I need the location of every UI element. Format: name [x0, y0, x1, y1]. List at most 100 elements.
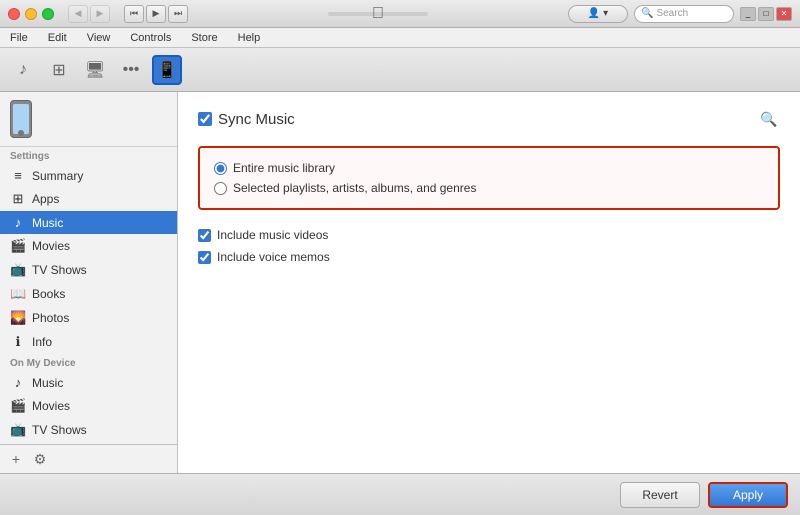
sidebar-label-summary: Summary: [32, 169, 83, 183]
sidebar-label-music: Music: [32, 216, 63, 230]
settings-section-label: Settings: [0, 147, 177, 164]
back-button[interactable]: ◀: [68, 5, 88, 23]
content-header: Sync Music 🔍: [198, 108, 780, 130]
radio-entire-library[interactable]: Entire music library: [214, 158, 764, 178]
include-videos-label: Include music videos: [217, 228, 328, 242]
menu-controls[interactable]: Controls: [126, 30, 175, 46]
phone-icon: [10, 100, 32, 138]
note-icon[interactable]: ♪: [8, 55, 38, 85]
sidebar: Settings ≡ Summary ⊞ Apps ♪ Music 🎬 Movi…: [0, 92, 178, 473]
menu-store[interactable]: Store: [187, 30, 221, 46]
sidebar-label-d-music: Music: [32, 376, 63, 390]
apply-button[interactable]: Apply: [708, 482, 788, 508]
win-maximize[interactable]: □: [758, 7, 774, 21]
win-close[interactable]: ✕: [776, 7, 792, 21]
device-icon[interactable]: 📱: [152, 55, 182, 85]
revert-button[interactable]: Revert: [620, 482, 700, 508]
search-icon: 🔍: [641, 8, 653, 19]
playback-controls: ⏮ ▶ ⏭: [124, 5, 188, 23]
apps-icon: ⊞: [10, 191, 26, 207]
sync-music-checkbox[interactable]: [198, 112, 212, 126]
sidebar-item-books[interactable]: 📖 Books: [0, 282, 177, 306]
include-voice-label: Include voice memos: [217, 250, 330, 264]
minimize-button[interactable]: [25, 8, 37, 20]
sync-title: Sync Music: [198, 111, 295, 128]
account-button[interactable]: 👤 ▾: [568, 5, 628, 23]
checkbox-videos[interactable]: Include music videos: [198, 224, 780, 246]
books-icon: 📖: [10, 286, 26, 302]
movies-icon: 🎬: [10, 238, 26, 254]
d-movies-icon: 🎬: [10, 398, 26, 414]
menu-help[interactable]: Help: [234, 30, 265, 46]
d-music-icon: ♪: [10, 375, 26, 390]
menu-edit[interactable]: Edit: [44, 30, 71, 46]
sidebar-item-tvshows[interactable]: 📺 TV Shows: [0, 258, 177, 282]
search-placeholder: Search: [656, 8, 688, 19]
sidebar-footer: + ⚙: [0, 444, 177, 473]
on-my-device-label: On My Device: [0, 354, 177, 371]
title-bar: ◀ ▶ ⏮ ▶ ⏭  👤 ▾ 🔍 Search _ □ ✕: [0, 0, 800, 28]
sidebar-label-d-tvshows: TV Shows: [32, 423, 87, 437]
sidebar-item-d-music[interactable]: ♪ Music: [0, 371, 177, 394]
sidebar-item-movies[interactable]: 🎬 Movies: [0, 234, 177, 258]
menu-view[interactable]: View: [83, 30, 115, 46]
sidebar-scroll: Settings ≡ Summary ⊞ Apps ♪ Music 🎬 Movi…: [0, 147, 177, 444]
sidebar-item-d-tvshows[interactable]: 📺 TV Shows: [0, 418, 177, 442]
settings-gear-button[interactable]: ⚙: [30, 449, 50, 469]
more-icon[interactable]: •••: [116, 55, 146, 85]
maximize-button[interactable]: [42, 8, 54, 20]
options-box: Entire music library Selected playlists,…: [198, 146, 780, 210]
play-button[interactable]: ▶: [146, 5, 166, 23]
win-controls: _ □ ✕: [740, 7, 792, 21]
search-box[interactable]: 🔍 Search: [634, 5, 734, 23]
menu-bar: File Edit View Controls Store Help: [0, 28, 800, 48]
summary-icon: ≡: [10, 168, 26, 183]
window-controls[interactable]: [8, 8, 54, 20]
content-search-icon[interactable]: 🔍: [758, 108, 780, 130]
close-button[interactable]: [8, 8, 20, 20]
monitor-icon[interactable]: 🖥: [80, 55, 110, 85]
sidebar-label-photos: Photos: [32, 311, 69, 325]
photos-icon: 🌄: [10, 310, 26, 326]
sidebar-label-books: Books: [32, 287, 65, 301]
toolbar: ♪ ⊞ 🖥 ••• 📱: [0, 48, 800, 92]
radio-selected-input[interactable]: [214, 182, 227, 195]
sidebar-item-apps[interactable]: ⊞ Apps: [0, 187, 177, 211]
forward-button[interactable]: ▶: [90, 5, 110, 23]
main-layout: Settings ≡ Summary ⊞ Apps ♪ Music 🎬 Movi…: [0, 92, 800, 473]
sidebar-label-apps: Apps: [32, 192, 59, 206]
toolbar-right: 👤 ▾ 🔍 Search _ □ ✕: [568, 5, 792, 23]
sidebar-item-summary[interactable]: ≡ Summary: [0, 164, 177, 187]
sidebar-label-tvshows: TV Shows: [32, 263, 87, 277]
bottom-bar: Revert Apply: [0, 473, 800, 515]
prev-button[interactable]: ⏮: [124, 5, 144, 23]
include-videos-checkbox[interactable]: [198, 229, 211, 242]
d-tvshows-icon: 📺: [10, 422, 26, 438]
progress-area: : [194, 12, 562, 16]
sidebar-device: [0, 92, 177, 147]
info-icon: ℹ: [10, 334, 26, 350]
progress-track: : [328, 12, 428, 16]
sidebar-item-music[interactable]: ♪ Music: [0, 211, 177, 234]
win-minimize[interactable]: _: [740, 7, 756, 21]
sidebar-item-d-movies[interactable]: 🎬 Movies: [0, 394, 177, 418]
sync-music-label: Sync Music: [218, 111, 295, 128]
next-button[interactable]: ⏭: [168, 5, 188, 23]
content-area: Sync Music 🔍 Entire music library Select…: [178, 92, 800, 473]
music-icon: ♪: [10, 215, 26, 230]
sidebar-item-photos[interactable]: 🌄 Photos: [0, 306, 177, 330]
tvshows-icon: 📺: [10, 262, 26, 278]
add-button[interactable]: +: [6, 449, 26, 469]
sidebar-label-movies: Movies: [32, 239, 70, 253]
radio-selected[interactable]: Selected playlists, artists, albums, and…: [214, 178, 764, 198]
radio-entire-input[interactable]: [214, 162, 227, 175]
sidebar-label-info: Info: [32, 335, 52, 349]
grid-icon[interactable]: ⊞: [44, 55, 74, 85]
sidebar-item-info[interactable]: ℹ Info: [0, 330, 177, 354]
nav-controls: ◀ ▶: [68, 5, 110, 23]
include-voice-checkbox[interactable]: [198, 251, 211, 264]
radio-selected-label: Selected playlists, artists, albums, and…: [233, 181, 476, 195]
menu-file[interactable]: File: [6, 30, 32, 46]
apple-logo-icon: : [372, 5, 384, 23]
checkbox-voice-memos[interactable]: Include voice memos: [198, 246, 780, 268]
